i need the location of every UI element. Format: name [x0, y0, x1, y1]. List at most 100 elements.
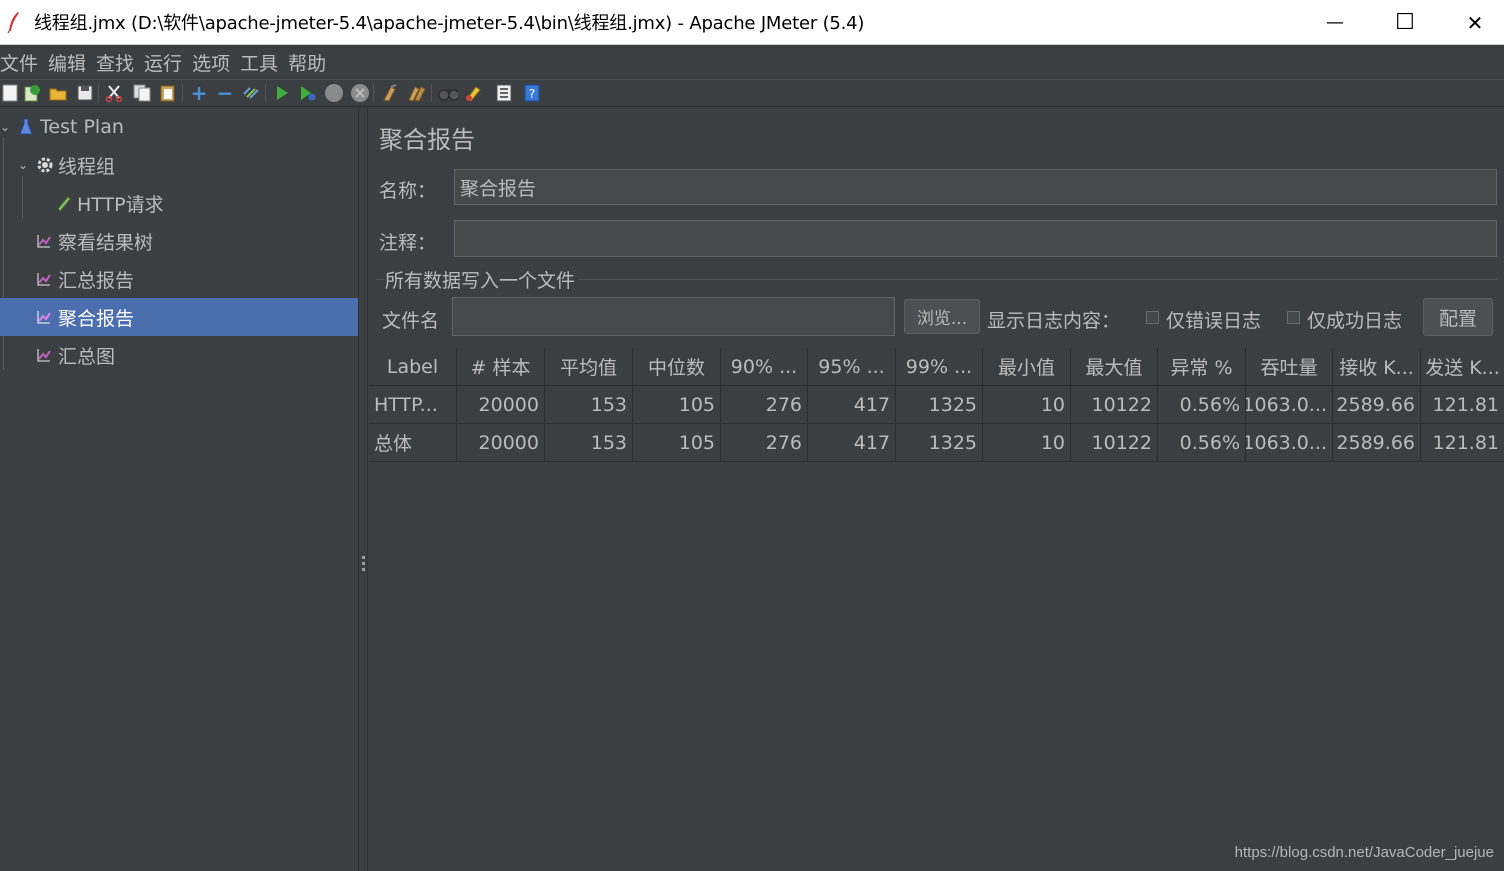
- chevron-down-icon[interactable]: ⌄: [18, 158, 28, 172]
- shutdown-icon[interactable]: [350, 83, 370, 103]
- table-row[interactable]: HTTP... 20000 153 105 276 417 1325 10 10…: [369, 386, 1504, 424]
- templates-icon[interactable]: [22, 83, 42, 103]
- copy-icon[interactable]: [132, 83, 152, 103]
- svg-text:?: ?: [529, 87, 535, 101]
- table-cell: 105: [633, 424, 721, 462]
- table-cell: 276: [721, 386, 808, 424]
- column-header[interactable]: 99% ...: [896, 348, 983, 386]
- browse-button[interactable]: 浏览...: [904, 299, 980, 334]
- listener-chart-icon: [36, 270, 54, 288]
- tree-item-thread-group[interactable]: ⌄ 线程组: [0, 146, 358, 184]
- tree-item-aggregate-report[interactable]: 聚合报告: [0, 298, 358, 336]
- success-only-label[interactable]: 仅成功日志: [1307, 306, 1402, 333]
- menu-help[interactable]: 帮助: [288, 49, 331, 76]
- menu-file[interactable]: 文件: [0, 49, 43, 76]
- column-header[interactable]: 接收 K...: [1333, 348, 1421, 386]
- drag-handle-icon[interactable]: [362, 556, 365, 572]
- table-cell: 1063.0...: [1246, 386, 1333, 424]
- split-pane-divider[interactable]: [358, 108, 368, 871]
- maximize-button[interactable]: ☐: [1370, 0, 1440, 45]
- chevron-down-icon[interactable]: ⌄: [0, 120, 10, 134]
- tree-item-test-plan[interactable]: ⌄ Test Plan: [0, 108, 358, 146]
- paste-icon[interactable]: [158, 83, 178, 103]
- function-helper-icon[interactable]: [494, 83, 514, 103]
- menu-options[interactable]: 选项: [192, 49, 235, 76]
- listener-chart-icon: [36, 232, 54, 250]
- tree-item-label: 线程组: [58, 155, 116, 178]
- table-cell: HTTP...: [369, 386, 457, 424]
- open-icon[interactable]: [48, 83, 68, 103]
- maximize-icon: ☐: [1395, 10, 1415, 35]
- success-only-checkbox[interactable]: [1287, 311, 1300, 324]
- table-cell: 276: [721, 424, 808, 462]
- column-header[interactable]: # 样本: [457, 348, 545, 386]
- menu-search[interactable]: 查找: [96, 49, 139, 76]
- stop-icon[interactable]: [324, 83, 344, 103]
- comment-field[interactable]: [454, 220, 1497, 257]
- tree-item-summary-report[interactable]: 汇总报告: [0, 260, 358, 298]
- tree-item-view-results-tree[interactable]: 察看结果树: [0, 222, 358, 260]
- column-header[interactable]: 90% ...: [721, 348, 808, 386]
- tree-item-label: 汇总图: [58, 345, 116, 368]
- reset-search-icon[interactable]: [464, 83, 484, 103]
- help-icon[interactable]: ?: [522, 83, 542, 103]
- table-cell: 153: [545, 386, 633, 424]
- save-icon[interactable]: [75, 83, 95, 103]
- column-header[interactable]: 异常 %: [1158, 348, 1246, 386]
- column-header[interactable]: 95% ...: [808, 348, 896, 386]
- column-header[interactable]: 最小值: [983, 348, 1071, 386]
- table-cell: 417: [808, 424, 896, 462]
- table-cell: 2589.66: [1333, 424, 1421, 462]
- new-icon[interactable]: [0, 83, 20, 103]
- table-cell: 10: [983, 424, 1071, 462]
- menu-tools[interactable]: 工具: [240, 49, 283, 76]
- toggle-icon[interactable]: [241, 83, 261, 103]
- table-cell: 2589.66: [1333, 386, 1421, 424]
- table-cell: 1325: [896, 424, 983, 462]
- toolbar: + − ?: [0, 79, 1504, 107]
- configure-button[interactable]: 配置: [1423, 298, 1493, 336]
- errors-only-label[interactable]: 仅错误日志: [1166, 306, 1261, 333]
- table-row[interactable]: 总体 20000 153 105 276 417 1325 10 10122 0…: [369, 424, 1504, 462]
- column-header[interactable]: 平均值: [545, 348, 633, 386]
- table-cell: 1325: [896, 386, 983, 424]
- expand-icon[interactable]: +: [189, 83, 209, 103]
- clear-icon[interactable]: [380, 83, 400, 103]
- tree-item-summary-graph[interactable]: 汇总图: [0, 336, 358, 374]
- search-icon[interactable]: [438, 83, 458, 103]
- listener-chart-icon: [36, 308, 54, 326]
- tree-item-label: HTTP请求: [77, 193, 164, 216]
- filename-field[interactable]: [452, 297, 895, 336]
- column-header[interactable]: Label: [369, 348, 457, 386]
- cut-icon[interactable]: [104, 83, 124, 103]
- tree-item-label: Test Plan: [40, 116, 124, 138]
- clear-all-icon[interactable]: [406, 83, 426, 103]
- name-field[interactable]: 聚合报告: [454, 169, 1497, 205]
- tree-item-label: 察看结果树: [58, 231, 154, 254]
- column-header[interactable]: 发送 K...: [1421, 348, 1504, 386]
- name-label: 名称：: [379, 180, 437, 202]
- table-cell: 10122: [1071, 386, 1158, 424]
- table-cell: 153: [545, 424, 633, 462]
- collapse-icon[interactable]: −: [215, 83, 235, 103]
- tree-item-label: 汇总报告: [58, 269, 135, 292]
- table-cell: 121.81: [1421, 386, 1504, 424]
- column-header[interactable]: 吞吐量: [1246, 348, 1333, 386]
- log-content-label: 显示日志内容：: [987, 310, 1121, 332]
- start-icon[interactable]: [272, 83, 292, 103]
- errors-only-checkbox[interactable]: [1146, 311, 1159, 324]
- tree-item-label: 聚合报告: [58, 307, 135, 330]
- column-header[interactable]: 中位数: [633, 348, 721, 386]
- table-cell: 10: [983, 386, 1071, 424]
- window-title: 线程组.jmx (D:\软件\apache-jmeter-5.4\apache-…: [34, 13, 865, 34]
- close-button[interactable]: ✕: [1440, 0, 1504, 45]
- tree-item-http-request[interactable]: HTTP请求: [0, 184, 358, 222]
- menu-edit[interactable]: 编辑: [48, 49, 91, 76]
- table-header-row: Label # 样本 平均值 中位数 90% ... 95% ... 99% .…: [369, 348, 1504, 386]
- menu-run[interactable]: 运行: [144, 49, 187, 76]
- minimize-button[interactable]: —: [1300, 0, 1370, 45]
- start-no-pauses-icon[interactable]: [298, 83, 318, 103]
- test-plan-tree: ⌄ Test Plan ⌄ 线程组 HTTP请求 察看结果树 汇总报告 聚合报告…: [0, 108, 358, 871]
- column-header[interactable]: 最大值: [1071, 348, 1158, 386]
- table-cell: 0.56%: [1158, 424, 1246, 462]
